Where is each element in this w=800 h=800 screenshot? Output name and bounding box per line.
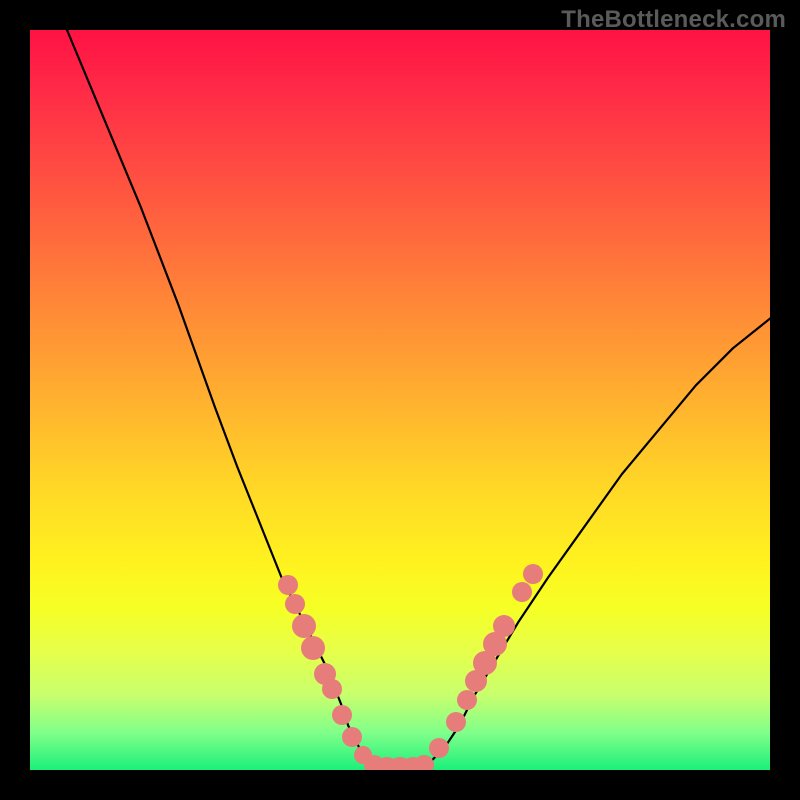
chart-frame: TheBottleneck.com (0, 0, 800, 800)
data-marker (301, 636, 325, 660)
data-marker (457, 690, 477, 710)
data-marker (414, 755, 434, 770)
data-marker (332, 705, 352, 725)
data-marker (446, 712, 466, 732)
data-marker (292, 614, 316, 638)
data-marker (278, 575, 298, 595)
data-marker (342, 727, 362, 747)
data-marker (512, 582, 532, 602)
data-marker (523, 564, 543, 584)
plot-area (30, 30, 770, 770)
data-marker (493, 615, 515, 637)
data-marker (285, 594, 305, 614)
attribution-text: TheBottleneck.com (561, 6, 786, 34)
marker-layer (30, 30, 770, 770)
data-marker (429, 738, 449, 758)
data-marker (322, 679, 342, 699)
